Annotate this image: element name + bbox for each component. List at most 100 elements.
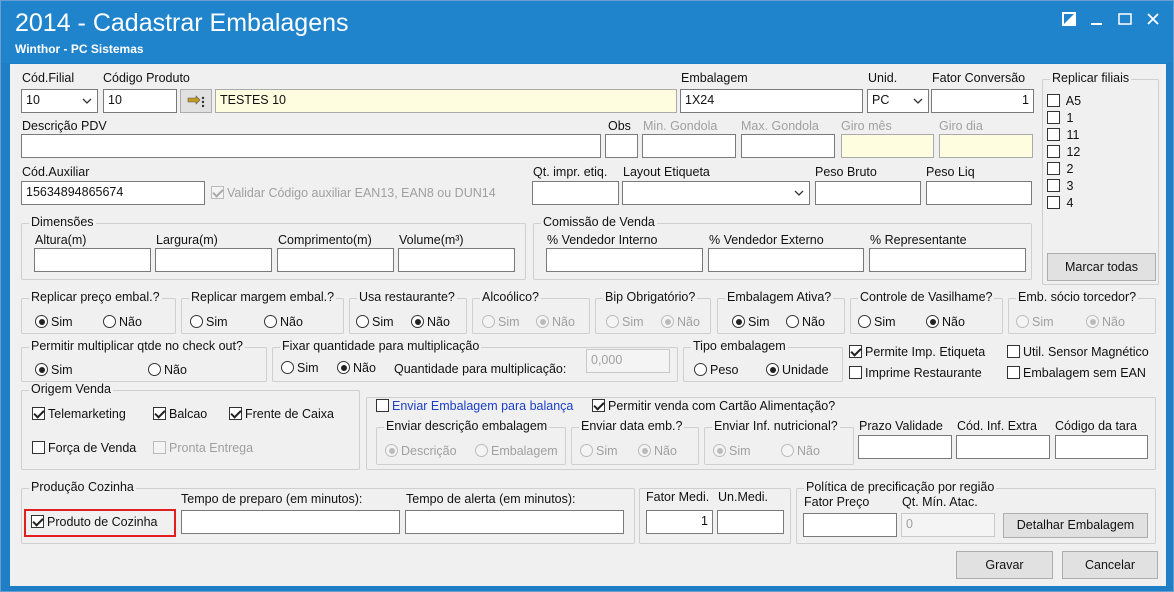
fator-preco-input[interactable] [803,513,897,537]
replicar-preco-nao-radio[interactable]: Não [103,315,142,329]
codigo-produto-input[interactable]: 10 [103,89,177,113]
altura-input[interactable] [34,248,151,272]
gravar-button[interactable]: Gravar [956,551,1053,579]
alcoolico-nao-radio[interactable]: Não [536,315,575,329]
search-product-button[interactable] [180,89,212,113]
vendedor-interno-input[interactable] [546,248,703,272]
enviar-descricao-descricao-radio[interactable]: Descrição [385,444,457,458]
comprimento-input[interactable] [277,248,394,272]
cod-filial-select[interactable]: 10 [21,89,98,113]
embalagem-label: Embalagem [681,71,748,85]
layout-etiqueta-select[interactable] [622,181,810,205]
util-sensor-magnetico-checkbox[interactable]: Util. Sensor Magnético [1007,345,1149,359]
forca-venda-checkbox[interactable]: Força de Venda [32,441,136,455]
embalagem-input[interactable]: 1X24 [680,89,863,113]
tempo-alerta-label: Tempo de alerta (em minutos): [406,492,576,506]
max-gondola-input[interactable] [741,134,835,158]
embalagem-ativa-nao-radio[interactable]: Não [786,315,825,329]
controle-vasilhame-sim-radio[interactable]: Sim [858,315,896,329]
codigo-tara-input[interactable] [1055,435,1148,459]
representante-label: % Representante [870,233,967,247]
replicar-margem-sim-radio[interactable]: Sim [190,315,228,329]
obs-input[interactable] [605,134,638,158]
codigo-tara-label: Código da tara [1055,419,1138,433]
tempo-preparo-input[interactable] [181,510,400,534]
title-bar: 2014 - Cadastrar Embalagens Winthor - PC… [1,1,1173,63]
un-medi-input[interactable] [717,510,784,534]
controle-vasilhame-nao-radio[interactable]: Não [926,315,965,329]
alcoolico-sim-radio[interactable]: Sim [482,315,520,329]
balcao-checkbox[interactable]: Balcao [153,407,207,421]
volume-input[interactable] [398,248,515,272]
enviar-data-nao-radio[interactable]: Não [638,444,677,458]
giro-dia-field [939,134,1033,158]
peso-bruto-label: Peso Bruto [815,165,877,179]
replicar-preco-sim-radio[interactable]: Sim [35,315,73,329]
enviar-inf-sim-radio[interactable]: Sim [713,444,751,458]
enviar-balanca-checkbox[interactable]: Enviar Embalagem para balança [376,399,576,413]
filial-checkbox-2[interactable]: 2 [1047,162,1073,176]
close-icon[interactable] [1145,11,1161,27]
unid-select[interactable]: PC [867,89,929,113]
imprime-restaurante-checkbox[interactable]: Imprime Restaurante [849,366,982,380]
validar-ean-checkbox[interactable]: Validar Código auxiliar EAN13, EAN8 ou D… [211,186,496,200]
permite-imp-etiqueta-checkbox[interactable]: Permite Imp. Etiqueta [849,345,985,359]
filial-checkbox-3[interactable]: 3 [1047,179,1073,193]
embalagem-ativa-sim-radio[interactable]: Sim [732,315,770,329]
qt-impr-etiq-input[interactable] [532,181,619,205]
min-gondola-input[interactable] [642,134,736,158]
produto-cozinha-checkbox[interactable]: Produto de Cozinha [31,515,158,529]
enviar-descricao-embalagem-radio[interactable]: Embalagem [475,444,558,458]
telemarketing-checkbox[interactable]: Telemarketing [32,407,126,421]
detalhar-embalagem-button[interactable]: Detalhar Embalagem [1003,513,1148,538]
filial-checkbox-1[interactable]: 1 [1047,111,1073,125]
tipo-embalagem-unidade-radio[interactable]: Unidade [766,363,829,377]
filial-checkbox-11[interactable]: 11 [1047,128,1079,142]
bip-obrigatorio-nao-radio[interactable]: Não [661,315,700,329]
filial-checkbox-4[interactable]: 4 [1047,196,1073,210]
representante-input[interactable] [869,248,1026,272]
bip-obrigatorio-sim-radio[interactable]: Sim [606,315,644,329]
marcar-todas-button[interactable]: Marcar todas [1047,253,1156,281]
filial-checkbox-12[interactable]: 12 [1047,145,1080,159]
permitir-multiplicar-nao-radio[interactable]: Não [148,363,187,377]
fixar-quantidade-nao-radio[interactable]: Não [337,361,376,375]
fator-conversao-input[interactable]: 1 [931,89,1034,113]
descricao-pdv-input[interactable] [21,134,601,158]
vendedor-externo-input[interactable] [708,248,864,272]
permitir-cartao-checkbox[interactable]: Permitir venda com Cartão Alimentação? [592,399,838,413]
frente-caixa-checkbox[interactable]: Frente de Caixa [229,407,334,421]
permitir-multiplicar-sim-radio[interactable]: Sim [35,363,73,377]
fixar-quantidade-sim-radio[interactable]: Sim [281,361,319,375]
enviar-inf-nao-radio[interactable]: Não [781,444,820,458]
usa-restaurante-sim-radio[interactable]: Sim [356,315,394,329]
replicar-margem-nao-radio[interactable]: Não [264,315,303,329]
restore-layout-icon[interactable] [1061,11,1077,27]
tempo-alerta-input[interactable] [405,510,624,534]
tipo-embalagem-peso-radio[interactable]: Peso [694,363,739,377]
descricao-pdv-label: Descrição PDV [22,119,107,133]
filial-checkbox-a5[interactable]: A5 [1047,94,1081,108]
fator-medi-input[interactable]: 1 [646,510,713,534]
pronta-entrega-checkbox[interactable]: Pronta Entrega [153,441,253,455]
peso-liq-input[interactable] [926,181,1032,205]
qt-min-atac-input[interactable]: 0 [901,513,995,537]
tempo-preparo-label: Tempo de preparo (em minutos): [181,492,363,506]
cod-auxiliar-input[interactable]: 15634894865674 [21,181,205,205]
cancelar-button[interactable]: Cancelar [1062,551,1158,579]
emb-socio-torcedor-sim-radio[interactable]: Sim [1016,315,1054,329]
cod-inf-extra-input[interactable] [956,435,1050,459]
emb-socio-torcedor-nao-radio[interactable]: Não [1086,315,1125,329]
usa-restaurante-nao-radio[interactable]: Não [411,315,450,329]
origem-venda-group: Origem Venda [21,382,360,470]
window-title: 2014 - Cadastrar Embalagens [15,9,349,37]
prazo-validade-input[interactable] [858,435,952,459]
peso-bruto-input[interactable] [815,181,921,205]
quantidade-multiplicacao-input[interactable]: 0,000 [586,349,670,373]
enviar-data-sim-radio[interactable]: Sim [580,444,618,458]
minimize-icon[interactable] [1089,11,1105,27]
maximize-icon[interactable] [1117,11,1133,27]
largura-input[interactable] [155,248,272,272]
min-gondola-label: Min. Gondola [643,119,718,133]
embalagem-sem-ean-checkbox[interactable]: Embalagem sem EAN [1007,366,1146,380]
